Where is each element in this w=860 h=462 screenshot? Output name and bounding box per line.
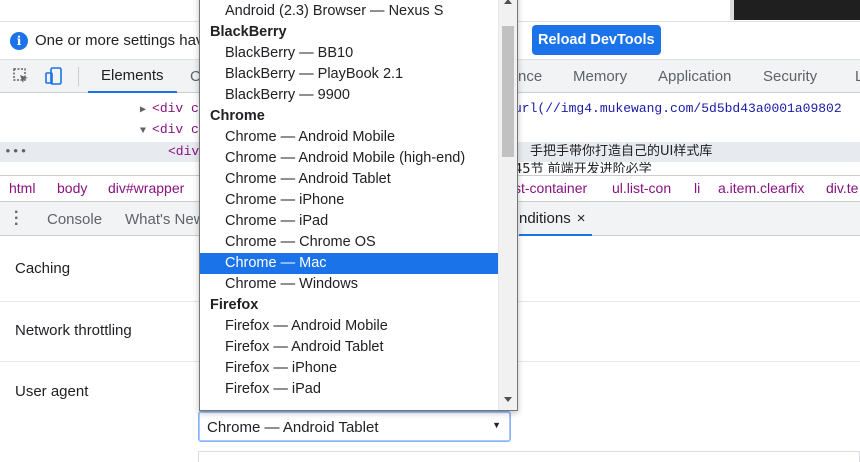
scroll-up-arrow-icon[interactable] [504,0,512,4]
dropdown-option[interactable]: Firefox — Android Tablet [200,337,498,358]
user-agent-string-input[interactable] [198,451,860,462]
drawer-menu-icon[interactable]: · · · [14,205,19,233]
breadcrumb-item[interactable]: ul.list-con [612,180,671,196]
inspect-element-icon[interactable] [12,67,30,85]
breadcrumb-item[interactable]: html [9,180,35,196]
tab-lighthouse-partial[interactable]: L [855,60,860,93]
dom-node-text: 45节 前端开发进阶必学 [514,162,652,173]
breadcrumb-item[interactable]: div.te [826,180,858,196]
scroll-down-arrow-icon[interactable] [504,397,512,402]
tab-security[interactable]: Security [763,60,817,93]
dropdown-option[interactable]: Chrome — Mac [200,253,498,274]
page-preview-dark-area [730,0,860,20]
dropdown-option[interactable]: BlackBerry — PlayBook 2.1 [200,64,498,85]
tab-performance-partial[interactable]: nce [518,60,542,93]
dom-node-row[interactable]: ▶ <div c [140,99,199,119]
info-message: One or more settings hav [35,32,204,49]
breadcrumb-item[interactable]: body [57,180,87,196]
drawer-tab-console[interactable]: Console [47,202,102,236]
breadcrumb-item[interactable]: div#wrapper [108,180,184,196]
reload-devtools-button[interactable]: Reload DevTools [532,25,661,55]
device-toolbar-icon[interactable] [45,67,63,85]
dropdown-option[interactable]: BlackBerry — BB10 [200,43,498,64]
dropdown-option[interactable]: Android (2.3) Browser — Nexus S [200,1,498,22]
user-agent-dropdown-list[interactable]: Firefox — iPad Firefox — iPhone Firefox — … [199,0,518,411]
dropdown-option[interactable]: Firefox — Android Mobile [200,316,498,337]
chevron-down-icon: ▼ [492,420,501,430]
user-agent-select-value: Chrome — Android Tablet [207,419,379,436]
breadcrumb-item[interactable]: li [694,180,700,196]
drawer-tab-label: nditions [519,209,571,227]
breadcrumb-item[interactable]: st-container [514,180,587,196]
dropdown-option[interactable]: Chrome — Windows [200,274,498,295]
dropdown-option[interactable]: Chrome — Android Mobile [200,127,498,148]
drawer-tab-network-conditions[interactable]: nditions × [519,202,593,236]
scrollbar-thumb[interactable] [502,26,514,157]
info-icon: i [10,31,28,50]
drawer-tab-whats-new[interactable]: What's New [125,202,205,236]
dropdown-option[interactable]: Android (4.0.2) Browser — Galaxy Nexus [200,0,498,1]
user-agent-label: User agent [15,383,89,400]
dom-node-row[interactable]: ▼ <div c [140,120,199,140]
dropdown-option[interactable]: Firefox — iPhone [200,358,498,379]
tab-elements[interactable]: Elements [88,60,177,93]
dropdown-option[interactable]: Chrome — Android Mobile (high-end) [200,148,498,169]
caching-label: Caching [15,260,71,277]
dropdown-option[interactable]: Chrome — Android Tablet [200,169,498,190]
dom-more-icon[interactable]: ••• [4,142,27,162]
toolbar-divider [78,67,79,86]
dom-node-row[interactable]: <div [168,142,199,162]
dropdown-option[interactable]: Chrome — Chrome OS [200,232,498,253]
network-throttling-label: Network throttling [15,322,132,339]
tab-application[interactable]: Application [658,60,731,93]
dropdown-scrollbar[interactable] [498,0,517,410]
dropdown-group-header: Chrome [210,108,265,124]
dropdown-option[interactable]: Chrome — iPhone [200,190,498,211]
tab-memory[interactable]: Memory [573,60,627,93]
close-icon[interactable]: × [577,210,586,227]
breadcrumb-item[interactable]: a.item.clearfix [718,180,804,196]
dropdown-group-header: BlackBerry [210,24,287,40]
dropdown-group-header: Firefox [210,297,259,313]
dropdown-option[interactable]: Firefox — iPad [200,379,498,400]
user-agent-select[interactable]: Chrome — Android Tablet ▼ [198,411,511,442]
dropdown-option[interactable]: BlackBerry — 9900 [200,85,498,106]
dom-node-url: url(//img4.mukewang.com/5d5bd43a0001a098… [514,101,842,116]
dropdown-option[interactable]: Chrome — iPad [200,211,498,232]
